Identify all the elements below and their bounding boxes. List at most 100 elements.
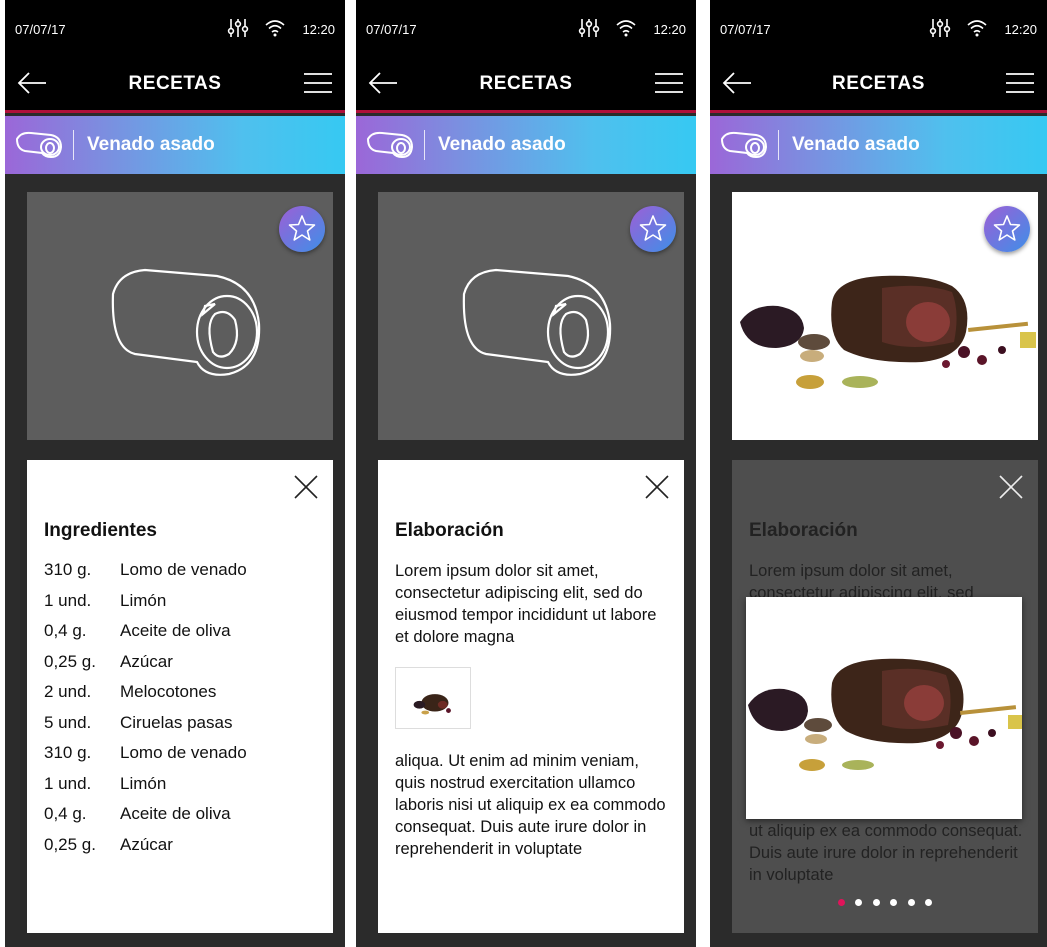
hamburger-menu-icon[interactable] xyxy=(303,71,333,95)
wifi-icon xyxy=(967,20,987,37)
list-item: 0,25 g. Azúcar xyxy=(44,835,324,866)
list-item: 0,4 g. Aceite de oliva xyxy=(44,804,324,835)
hamburger-menu-icon[interactable] xyxy=(654,71,684,95)
header-divider xyxy=(73,130,74,160)
star-icon xyxy=(993,215,1021,241)
status-bar: 07/07/17 12:20 xyxy=(356,0,696,56)
favorite-button[interactable] xyxy=(279,206,325,252)
ingredients-list: 310 g. Lomo de venado 1 und. Limón 0,4 g. A… xyxy=(44,560,324,865)
dish-photo-zoomed xyxy=(748,658,1022,771)
ingredient-name: Lomo de venado xyxy=(120,560,247,579)
status-date: 07/07/17 xyxy=(366,22,417,37)
recipe-header: Venado asado xyxy=(710,116,1047,174)
recipe-image-placeholder xyxy=(378,192,684,440)
pagination-dot[interactable] xyxy=(872,899,880,906)
app-title: RECETAS xyxy=(128,73,222,94)
recipe-header: Venado asado xyxy=(356,116,696,174)
ingredient-name: Azúcar xyxy=(120,651,173,671)
ingredient-qty: 0,4 g. xyxy=(44,804,87,823)
status-time: 12:20 xyxy=(653,22,686,37)
dish-thumbnail[interactable] xyxy=(395,667,471,729)
equalizer-icon xyxy=(929,19,951,37)
list-item: 0,4 g. Aceite de oliva xyxy=(44,621,324,652)
dish-photo xyxy=(413,694,451,715)
ingredient-qty: 2 und. xyxy=(44,682,92,701)
elaboration-text-continued: ut aliquip ex ea commodo consequat. Duis… xyxy=(749,822,1023,884)
pagination-dot-active[interactable] xyxy=(837,899,845,906)
ingredient-qty: 5 und. xyxy=(44,712,92,732)
recipe-name: Venado asado xyxy=(438,134,566,155)
ingredient-qty: 310 g. xyxy=(44,560,92,579)
ingredient-name: Ciruelas pasas xyxy=(120,712,233,732)
list-item: 1 und. Limón xyxy=(44,591,324,622)
equalizer-icon xyxy=(227,19,249,37)
list-item: 310 g. Lomo de venado xyxy=(44,560,324,591)
pagination-dot[interactable] xyxy=(907,899,915,906)
status-time: 12:20 xyxy=(302,22,335,37)
pagination-dot[interactable] xyxy=(890,899,898,906)
elaboration-text: Lorem ipsum dolor sit amet, consectetur … xyxy=(395,562,657,646)
pagination-dot[interactable] xyxy=(925,899,933,906)
ingredient-qty: 310 g. xyxy=(44,743,92,762)
pagination-dot[interactable] xyxy=(855,899,863,906)
recipe-photo xyxy=(732,192,1038,440)
ingredient-name: Aceite de oliva xyxy=(120,621,231,640)
status-bar: 07/07/17 12:20 xyxy=(710,0,1047,56)
recipe-image-placeholder xyxy=(27,192,333,440)
app-title: RECETAS xyxy=(479,73,573,94)
app-bar: RECETAS xyxy=(710,56,1047,113)
meat-icon xyxy=(462,268,612,376)
list-item: 5 und. Ciruelas pasas xyxy=(44,713,324,744)
status-bar: 07/07/17 12:20 xyxy=(5,0,345,56)
wifi-icon xyxy=(616,20,636,37)
star-icon xyxy=(288,215,316,241)
ingredient-name: Lomo de venado xyxy=(120,743,247,762)
elaboration-text-continued: aliqua. Ut enim ad minim veniam, quis no… xyxy=(395,752,666,858)
ingredient-qty: 1 und. xyxy=(44,590,92,610)
close-icon[interactable] xyxy=(293,474,319,500)
ingredients-heading: Ingredientes xyxy=(44,520,157,541)
elaboration-heading: Elaboración xyxy=(749,520,858,541)
status-date: 07/07/17 xyxy=(720,22,771,37)
list-item: 0,25 g. Azúcar xyxy=(44,652,324,683)
close-icon[interactable] xyxy=(644,474,670,500)
status-time: 12:20 xyxy=(1004,22,1037,37)
screen-elaboration: 07/07/17 12:20 RECETAS Venado asado Elab… xyxy=(356,0,696,947)
favorite-button[interactable] xyxy=(630,206,676,252)
app-bar: RECETAS xyxy=(5,56,345,113)
equalizer-icon xyxy=(578,19,600,37)
list-item: 1 und. Limón xyxy=(44,774,324,805)
ingredient-qty: 0,25 g. xyxy=(44,651,96,671)
meat-icon xyxy=(15,131,63,159)
elaboration-card: Elaboración Lorem ipsum dolor sit amet, … xyxy=(378,460,684,933)
gallery-pagination xyxy=(732,893,1038,911)
photo-zoom-overlay[interactable] xyxy=(746,597,1022,819)
screen-ingredients: 07/07/17 12:20 RECETAS Venado asado Ingr… xyxy=(5,0,345,947)
ingredient-name: Limón xyxy=(120,773,167,793)
recipe-name: Venado asado xyxy=(87,134,215,155)
recipe-header: Venado asado xyxy=(5,116,345,174)
status-date: 07/07/17 xyxy=(15,22,66,37)
ingredient-name: Melocotones xyxy=(120,682,217,701)
app-bar: RECETAS xyxy=(356,56,696,113)
list-item: 2 und. Melocotones xyxy=(44,682,324,713)
ingredient-name: Aceite de oliva xyxy=(120,804,231,823)
ingredient-name: Limón xyxy=(120,590,167,610)
app-title: RECETAS xyxy=(832,73,925,94)
ingredient-qty: 0,25 g. xyxy=(44,834,96,854)
favorite-button[interactable] xyxy=(984,206,1030,252)
list-item: 310 g. Lomo de venado xyxy=(44,743,324,774)
header-divider xyxy=(424,130,425,160)
meat-icon xyxy=(720,131,768,159)
ingredient-qty: 1 und. xyxy=(44,773,92,793)
header-divider xyxy=(778,130,779,160)
ingredient-qty: 0,4 g. xyxy=(44,621,87,640)
close-icon[interactable] xyxy=(998,474,1024,500)
wifi-icon xyxy=(265,20,285,37)
recipe-name: Venado asado xyxy=(792,134,920,155)
screen-elaboration-photo: 07/07/17 12:20 RECETAS Venado asado Elab… xyxy=(710,0,1047,947)
meat-icon xyxy=(366,131,414,159)
ingredient-name: Azúcar xyxy=(120,834,173,854)
hamburger-menu-icon[interactable] xyxy=(1005,71,1035,95)
star-icon xyxy=(639,215,667,241)
